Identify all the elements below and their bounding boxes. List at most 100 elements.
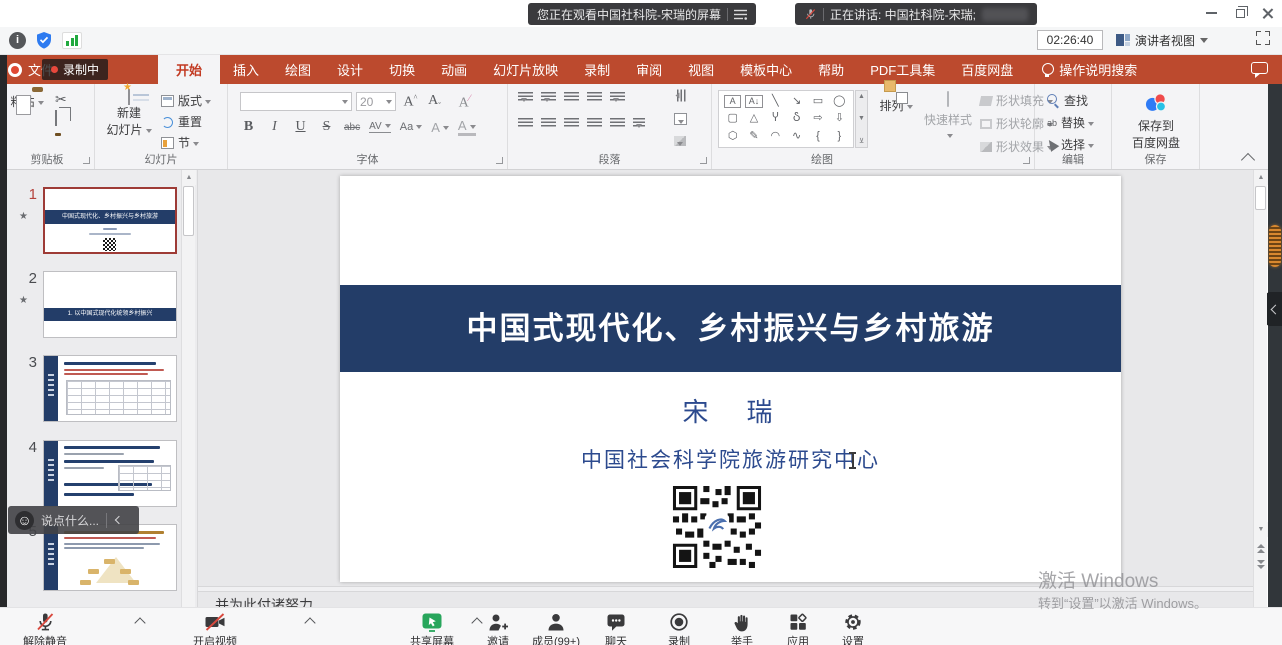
paragraph-dialog-launcher[interactable] xyxy=(700,157,707,164)
grow-font-button[interactable]: A^ xyxy=(402,93,419,111)
clipboard-dialog-launcher[interactable] xyxy=(83,157,90,164)
oval-shape-icon[interactable]: ◯ xyxy=(829,93,850,110)
increase-indent-icon[interactable] xyxy=(587,92,602,103)
underline-button[interactable]: U xyxy=(292,119,309,135)
textbox-shape-icon[interactable]: A xyxy=(724,95,741,108)
shrink-font-button[interactable]: Aˇ xyxy=(426,93,443,110)
drawing-dialog-launcher[interactable] xyxy=(1023,157,1030,164)
clear-format-button[interactable]: A⁄ xyxy=(456,93,473,112)
shape-gallery-scroll[interactable]: ▲▼⊻ xyxy=(855,90,868,148)
replace-button[interactable]: ab替换 xyxy=(1047,114,1094,131)
thumbnail-scrollbar[interactable]: ▲ xyxy=(181,170,195,607)
change-case-button[interactable]: Aa xyxy=(400,121,422,133)
security-shield-icon[interactable] xyxy=(35,31,53,50)
current-slide[interactable]: 中国式现代化、乡村振兴与乡村旅游 宋 瑞 中国社会科学院旅游研究中心 xyxy=(340,176,1121,582)
unmute-button[interactable]: 解除静音 xyxy=(1,611,89,645)
copy-icon[interactable] xyxy=(55,111,57,125)
banner-menu-icon[interactable] xyxy=(734,9,747,20)
bullets-icon[interactable] xyxy=(518,92,533,103)
reset-button[interactable]: 重置 xyxy=(161,113,202,130)
find-button[interactable]: 查找 xyxy=(1047,92,1088,109)
decrease-indent-icon[interactable] xyxy=(564,92,579,103)
slide-4-thumbnail[interactable] xyxy=(43,440,177,507)
vertical-textbox-shape-icon[interactable]: A↓ xyxy=(745,95,762,108)
tab-record[interactable]: 录制 xyxy=(571,55,623,84)
tab-help[interactable]: 帮助 xyxy=(805,55,857,84)
tab-design[interactable]: 设计 xyxy=(324,55,376,84)
right-arrow-shape-icon[interactable]: ⇨ xyxy=(807,110,828,127)
right-brace-shape-icon[interactable]: } xyxy=(829,128,850,145)
font-family-select[interactable] xyxy=(240,92,352,111)
down-arrow-shape-icon[interactable]: ⇩ xyxy=(829,110,850,127)
arrow-line-shape-icon[interactable]: ↘ xyxy=(786,93,807,110)
triangle-shape-icon[interactable]: △ xyxy=(743,110,764,127)
char-spacing-button[interactable]: AV xyxy=(369,121,391,133)
start-video-button[interactable]: 开启视频 xyxy=(171,611,259,645)
tab-animations[interactable]: 动画 xyxy=(428,55,480,84)
ribbon-search[interactable]: 操作说明搜索 xyxy=(1042,55,1137,84)
tab-baidu-netdisk[interactable]: 百度网盘 xyxy=(948,55,1026,84)
chat-quick-input[interactable]: 说点什么... xyxy=(8,506,139,534)
freeform-shape-icon[interactable]: ⬡ xyxy=(722,128,743,145)
elbow-connector-icon[interactable]: Ⴤ xyxy=(765,110,786,127)
expand-panel-handle[interactable] xyxy=(1266,292,1282,326)
notes-text-fragment[interactable]: 并为此付诸努力 xyxy=(215,595,313,607)
line-spacing-icon[interactable] xyxy=(610,92,625,103)
align-center-icon[interactable] xyxy=(541,118,556,129)
strike-abc-button[interactable]: abc xyxy=(344,122,360,133)
chat-placeholder[interactable]: 说点什么... xyxy=(41,512,99,529)
fullscreen-icon[interactable] xyxy=(1256,31,1270,45)
left-brace-shape-icon[interactable]: { xyxy=(807,128,828,145)
curve-shape-icon[interactable]: ∿ xyxy=(786,128,807,145)
slide-1-thumbnail[interactable]: 中国式现代化、乡村振兴与乡村旅游 xyxy=(43,187,177,254)
wps-logo-icon[interactable] xyxy=(8,63,22,77)
italic-button[interactable]: I xyxy=(266,119,283,135)
section-button[interactable]: 节 xyxy=(161,134,199,151)
elbow-arrow-connector-icon[interactable]: Ⴢ xyxy=(786,110,807,127)
tab-template-center[interactable]: 模板中心 xyxy=(727,55,805,84)
align-right-icon[interactable] xyxy=(564,118,579,129)
scribble-shape-icon[interactable]: ✎ xyxy=(743,128,764,145)
align-text-button[interactable] xyxy=(674,113,687,125)
paste-button[interactable]: 粘贴 xyxy=(8,90,46,110)
thumbnail-scroll-up[interactable]: ▲ xyxy=(182,170,196,185)
chat-collapse-chevron[interactable] xyxy=(115,516,123,524)
tab-home[interactable]: 开始 xyxy=(158,55,220,84)
tab-slideshow[interactable]: 幻灯片放映 xyxy=(480,55,571,84)
network-signal-icon[interactable] xyxy=(62,32,82,49)
font-size-select[interactable]: 20 xyxy=(356,92,396,111)
new-slide-button[interactable]: 新建 幻灯片 xyxy=(103,90,155,138)
tab-draw[interactable]: 绘图 xyxy=(272,55,324,84)
shape-gallery[interactable]: A A↓ ╲ ↘ ▭ ◯ ▢ △ Ⴤ Ⴢ ⇨ ⇩ ⬡ ✎ ◠ ∿ { } xyxy=(718,90,854,148)
line-shape-icon[interactable]: ╲ xyxy=(765,93,786,110)
slide-3-thumbnail[interactable] xyxy=(43,355,177,422)
comment-icon[interactable] xyxy=(1251,62,1268,74)
justify-icon[interactable] xyxy=(587,118,602,129)
cut-icon[interactable]: ✂ xyxy=(55,91,67,108)
columns-icon[interactable] xyxy=(633,118,645,129)
strikethrough-button[interactable]: S xyxy=(318,119,335,135)
audio-options-caret[interactable] xyxy=(134,617,145,628)
highlight-button[interactable]: A xyxy=(431,120,449,135)
window-minimize-button[interactable] xyxy=(1203,6,1219,20)
smartart-button[interactable] xyxy=(674,136,686,146)
rectangle-shape-icon[interactable]: ▭ xyxy=(807,93,828,110)
font-color-button[interactable]: A xyxy=(458,118,476,136)
window-restore-button[interactable] xyxy=(1232,6,1248,20)
numbering-icon[interactable] xyxy=(541,92,556,103)
distribute-icon[interactable] xyxy=(610,118,625,129)
slide-organization[interactable]: 中国社会科学院旅游研究中心 xyxy=(340,444,1121,474)
tab-pdf-tools[interactable]: PDF工具集 xyxy=(857,55,948,84)
slide-5-thumbnail[interactable] xyxy=(43,524,177,591)
scroll-up-button[interactable]: ▲ xyxy=(1254,170,1268,185)
font-dialog-launcher[interactable] xyxy=(496,157,503,164)
meeting-info-icon[interactable] xyxy=(9,32,26,49)
tab-view[interactable]: 视图 xyxy=(675,55,727,84)
scroll-down-button[interactable]: ▼ xyxy=(1254,522,1268,537)
window-close-button[interactable] xyxy=(1260,6,1276,20)
tab-insert[interactable]: 插入 xyxy=(220,55,272,84)
video-options-caret[interactable] xyxy=(304,617,315,628)
settings-button[interactable]: 设置 xyxy=(809,611,897,645)
align-left-icon[interactable] xyxy=(518,118,533,129)
quick-styles-button[interactable]: 快速样式 xyxy=(920,92,976,142)
